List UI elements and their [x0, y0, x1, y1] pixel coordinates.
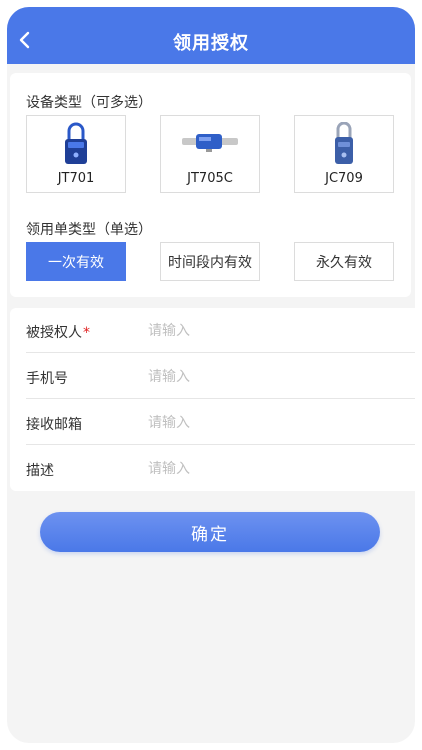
order-type-period-button[interactable]: 时间段内有效	[160, 242, 260, 281]
description-label: 描述	[26, 463, 54, 479]
padlock-device-icon	[27, 122, 125, 166]
order-type-label: 领用单类型（单选）	[26, 222, 152, 238]
shackle-lock-device-icon	[295, 122, 393, 166]
device-name: JT705C	[187, 171, 233, 186]
device-type-label: 设备类型（可多选）	[26, 95, 152, 111]
form-row-description: 描述	[10, 446, 415, 491]
order-type-once-button[interactable]: 一次有效	[26, 242, 126, 281]
device-option-jt701[interactable]: JT701	[26, 115, 126, 193]
device-name: JC709	[325, 171, 363, 186]
device-selection-card: 设备类型（可多选） JT701 JT705C JC709 领用单类型（单选） 一…	[10, 73, 411, 297]
device-option-jc709[interactable]: JC709	[294, 115, 394, 193]
divider	[26, 398, 415, 399]
cable-lock-device-icon	[161, 122, 259, 166]
authorization-form: 被授权人* 手机号 接收邮箱 描述	[10, 308, 415, 491]
order-type-permanent-button[interactable]: 永久有效	[294, 242, 394, 281]
phone-input[interactable]	[148, 364, 398, 390]
app-screen: 领用授权 设备类型（可多选） JT701 JT705C JC709 领用单类型（…	[7, 7, 415, 743]
email-label: 接收邮箱	[26, 417, 82, 433]
form-row-grantee: 被授权人*	[10, 308, 415, 353]
description-input[interactable]	[148, 456, 398, 482]
divider	[26, 444, 415, 445]
required-mark: *	[83, 325, 90, 341]
device-name: JT701	[57, 171, 95, 186]
phone-label: 手机号	[26, 371, 68, 387]
email-input[interactable]	[148, 410, 398, 436]
divider	[26, 352, 415, 353]
grantee-label: 被授权人*	[26, 325, 90, 341]
form-row-email: 接收邮箱	[10, 400, 415, 445]
device-option-jt705c[interactable]: JT705C	[160, 115, 260, 193]
form-row-phone: 手机号	[10, 354, 415, 399]
page-title: 领用授权	[173, 33, 249, 54]
nav-bar: 领用授权	[7, 7, 415, 64]
grantee-input[interactable]	[148, 318, 398, 344]
confirm-button[interactable]: 确定	[40, 512, 380, 552]
